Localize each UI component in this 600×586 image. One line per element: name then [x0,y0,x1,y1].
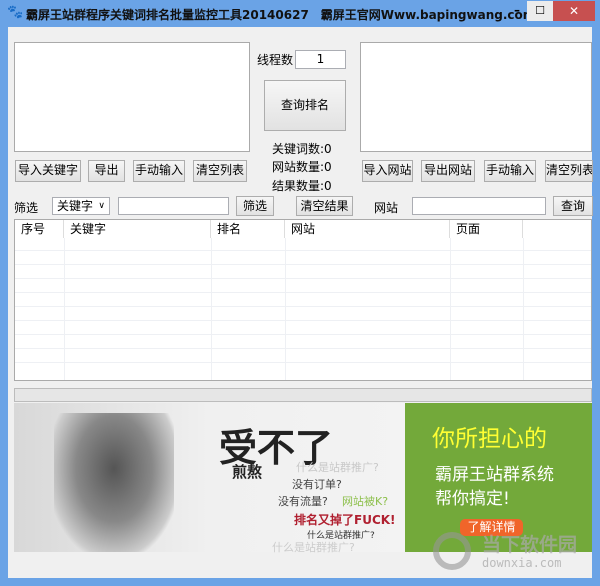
filter-field-select[interactable]: 关键字 ∨ [52,197,110,215]
column-header-site[interactable]: 网站 [285,220,450,238]
divider [523,238,524,380]
site-label: 网站 [374,201,399,215]
divider [15,348,591,349]
thread-count-label: 线程数 [257,53,294,67]
import-keywords-button[interactable]: 导入关键字 [15,160,81,182]
site-count: 网站数量:0 [272,160,332,174]
export-button[interactable]: 导出 [88,160,125,182]
stressed-person-image [54,413,174,552]
banner-text: 网站被K? [342,495,389,508]
title-bar: 🐾 霸屏王站群程序关键词排名批量监控工具20140627 霸屏王官网Www.ba… [0,0,600,27]
clear-results-button[interactable]: 清空结果 [296,196,353,216]
export-sites-button[interactable]: 导出网站 [421,160,475,182]
paw-app-icon: 🐾 [7,5,24,20]
manual-input-keywords-button[interactable]: 手动输入 [133,160,185,182]
keyword-list-textarea[interactable] [14,42,250,152]
divider [15,320,591,321]
query-button[interactable]: 查询 [553,196,593,216]
manual-input-sites-button[interactable]: 手动输入 [484,160,536,182]
watermark-logo-icon [433,532,471,570]
banner-text: 没有订单? [292,478,342,491]
import-sites-button[interactable]: 导入网站 [362,160,413,182]
filter-input[interactable] [118,197,229,215]
divider [211,238,212,380]
divider [15,264,591,265]
banner-right-line: 霸屏王站群系统 [435,465,554,485]
maximize-button[interactable]: ☐ [527,1,553,21]
banner-sub: 煎熬 [232,463,263,481]
banner-text: 什么是站群推广? [272,541,355,554]
progress-bar [14,388,592,402]
column-header-page[interactable]: 页面 [450,220,523,238]
banner-text: 什么是站群推广? [296,461,379,474]
divider [64,238,65,380]
clear-keyword-list-button[interactable]: 清空列表 [193,160,247,182]
banner-text: 排名又掉了FUCK! [294,513,396,527]
divider [450,238,451,380]
divider [15,250,591,251]
filter-select-value: 关键字 [57,199,94,213]
site-list-textarea[interactable] [360,42,592,152]
column-header-keyword[interactable]: 关键字 [64,220,211,238]
divider [15,306,591,307]
thread-count-input[interactable]: 1 [295,50,346,69]
keyword-count: 关键词数:0 [272,142,332,156]
clear-site-list-button[interactable]: 清空列表 [545,160,593,182]
banner-right-line: 帮你搞定! [435,489,510,509]
site-input[interactable] [412,197,546,215]
close-button[interactable]: ✕ [553,1,595,21]
result-count: 结果数量:0 [272,179,332,193]
minimize-button[interactable]: – [508,3,526,21]
divider [15,292,591,293]
column-header-index[interactable]: 序号 [15,220,64,238]
filter-button[interactable]: 筛选 [236,196,274,216]
banner-text: 没有流量? [278,495,328,508]
banner-right-title: 你所担心的 [432,426,547,452]
ad-banner-left[interactable]: 受不了 煎熬 什么是站群推广? 没有订单? 没有流量? 网站被K? 排名又掉了F… [14,403,405,554]
chevron-down-icon: ∨ [98,201,105,211]
divider [15,278,591,279]
divider [15,362,591,363]
query-ranking-button[interactable]: 查询排名 [264,80,346,131]
filter-label: 筛选 [14,201,39,215]
results-table[interactable]: 序号 关键字 排名 网站 页面 [14,219,592,381]
watermark-url: downxia.com [482,556,562,570]
window-title: 霸屏王站群程序关键词排名批量监控工具20140627 霸屏王官网Www.bapi… [26,8,536,22]
column-header-rank[interactable]: 排名 [211,220,285,238]
divider [15,334,591,335]
watermark-text: 当下软件园 [482,534,578,556]
divider [285,238,286,380]
